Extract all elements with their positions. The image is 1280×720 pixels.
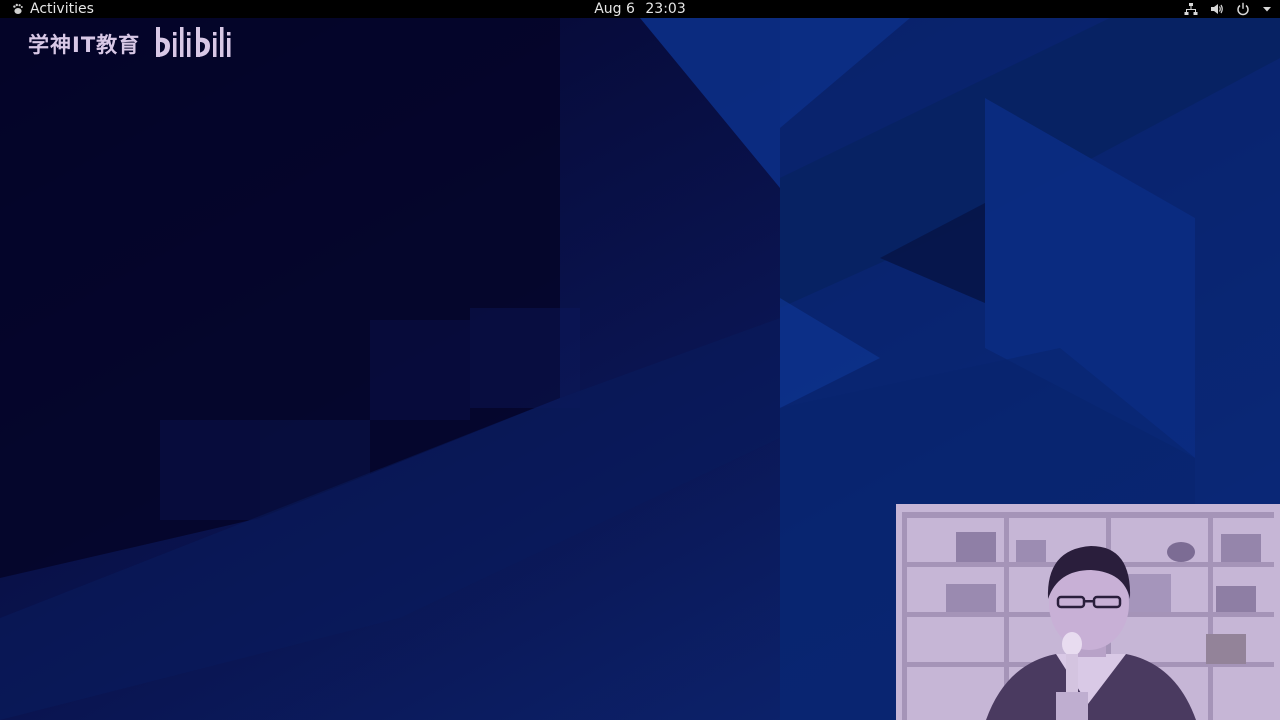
presenter-video — [896, 504, 1280, 720]
watermark-text: 学神IT教育 — [28, 33, 141, 57]
power-icon[interactable] — [1236, 2, 1250, 16]
clock-button[interactable]: Aug 6 23:03 — [0, 0, 1280, 18]
system-tray[interactable] — [1184, 0, 1272, 18]
clock-time: 23:03 — [645, 1, 686, 17]
clock-date: Aug 6 — [594, 1, 635, 17]
chevron-down-icon[interactable] — [1262, 4, 1272, 14]
top-panel: Activities Aug 6 23:03 — [0, 0, 1280, 18]
volume-icon[interactable] — [1210, 2, 1224, 16]
desktop: Activities Aug 6 23:03 学神IT教育 — [0, 0, 1280, 720]
bilibili-logo — [156, 27, 231, 57]
network-icon[interactable] — [1184, 2, 1198, 16]
webcam-overlay — [896, 504, 1280, 720]
channel-watermark: 学神IT教育 — [28, 24, 248, 64]
